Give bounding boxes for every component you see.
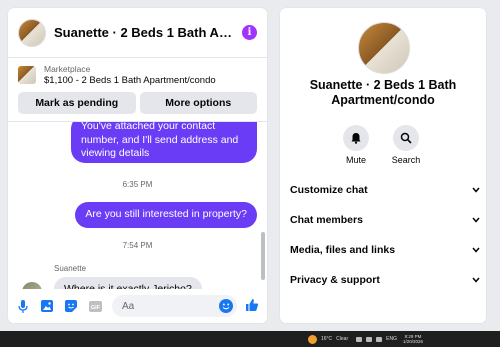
chat-members-section[interactable]: Chat members bbox=[290, 214, 480, 226]
weather-icon bbox=[308, 334, 317, 344]
network-icon[interactable] bbox=[366, 336, 373, 342]
bell-icon bbox=[343, 125, 369, 151]
chevron-up-icon[interactable] bbox=[356, 336, 363, 342]
conversation-info-panel: Suanette · 2 Beds 1 Bath Apartment/condo… bbox=[280, 8, 486, 323]
image-icon[interactable] bbox=[40, 299, 54, 313]
mark-pending-button[interactable]: Mark as pending bbox=[18, 92, 136, 114]
weather-desc: Clear bbox=[336, 336, 349, 342]
system-tray: ENG bbox=[356, 336, 397, 342]
conversation-title: Suanette · 2 Beds 1 Bath Apartment/condo bbox=[309, 78, 457, 107]
weather-widget[interactable]: 16°C Clear bbox=[308, 334, 349, 344]
svg-text:GIF: GIF bbox=[90, 305, 100, 311]
section-label: Customize chat bbox=[290, 184, 368, 196]
volume-icon[interactable] bbox=[376, 336, 383, 342]
gif-icon[interactable]: GIF bbox=[88, 299, 102, 313]
section-label: Chat members bbox=[290, 214, 363, 226]
customize-chat-section[interactable]: Customize chat bbox=[290, 184, 480, 196]
clock[interactable]: 8:29 PM 1/20/2026 bbox=[403, 334, 423, 344]
microphone-icon[interactable] bbox=[16, 299, 30, 313]
message-input[interactable]: Aa bbox=[112, 295, 237, 317]
taskbar: 16°C Clear ENG 8:29 PM 1/20/2026 bbox=[0, 331, 500, 347]
privacy-support-section[interactable]: Privacy & support bbox=[290, 274, 480, 286]
chat-title[interactable]: Suanette · 2 Beds 1 Bath Apart… bbox=[54, 25, 234, 40]
weather-temp: 16°C bbox=[321, 336, 333, 342]
mute-label: Mute bbox=[345, 155, 366, 165]
marketplace-card: Marketplace $1,100 - 2 Beds 1 Bath Apart… bbox=[8, 58, 267, 114]
chat-header: Suanette · 2 Beds 1 Bath Apart… i bbox=[8, 8, 267, 58]
section-label: Privacy & support bbox=[290, 274, 380, 286]
thread-scrollbar[interactable] bbox=[261, 232, 265, 280]
sticker-icon[interactable] bbox=[64, 299, 78, 313]
more-options-button[interactable]: More options bbox=[139, 92, 257, 114]
message-thread[interactable]: You've attached your contact number, and… bbox=[8, 121, 267, 289]
listing-thumbnail[interactable] bbox=[18, 66, 36, 84]
mute-button[interactable]: Mute bbox=[331, 125, 381, 165]
like-icon[interactable] bbox=[245, 298, 259, 315]
chat-panel: Suanette · 2 Beds 1 Bath Apart… i Market… bbox=[8, 8, 267, 323]
listing-title[interactable]: $1,100 - 2 Beds 1 Bath Apartment/condo bbox=[44, 75, 216, 86]
media-files-links-section[interactable]: Media, files and links bbox=[290, 244, 480, 256]
message-placeholder: Aa bbox=[122, 300, 135, 312]
chevron-down-icon bbox=[472, 217, 480, 223]
section-label: Media, files and links bbox=[290, 244, 396, 256]
clock-date: 1/20/2026 bbox=[402, 339, 423, 344]
sender-avatar[interactable] bbox=[22, 282, 42, 289]
chevron-down-icon bbox=[472, 247, 480, 253]
timestamp: 6:35 PM bbox=[122, 180, 153, 189]
marketplace-label: Marketplace bbox=[44, 64, 91, 74]
language-indicator[interactable]: ENG bbox=[386, 336, 397, 342]
chevron-down-icon bbox=[472, 187, 480, 193]
search-icon bbox=[393, 125, 419, 151]
chevron-down-icon bbox=[472, 277, 480, 283]
listing-avatar[interactable] bbox=[18, 18, 46, 47]
composer: GIF Aa bbox=[8, 289, 267, 323]
search-button[interactable]: Search bbox=[381, 125, 431, 165]
sender-name: Suanette bbox=[54, 264, 87, 273]
info-icon[interactable]: i bbox=[242, 25, 257, 40]
emoji-icon[interactable] bbox=[219, 299, 233, 313]
timestamp: 7:54 PM bbox=[122, 241, 153, 250]
listing-profile-image[interactable] bbox=[358, 22, 410, 74]
outgoing-message: Are you still interested in property? bbox=[75, 202, 257, 228]
search-label: Search bbox=[391, 155, 421, 165]
incoming-message: Where is it exactly Jericho? bbox=[54, 277, 202, 289]
outgoing-message: You've attached your contact number, and… bbox=[71, 122, 257, 163]
